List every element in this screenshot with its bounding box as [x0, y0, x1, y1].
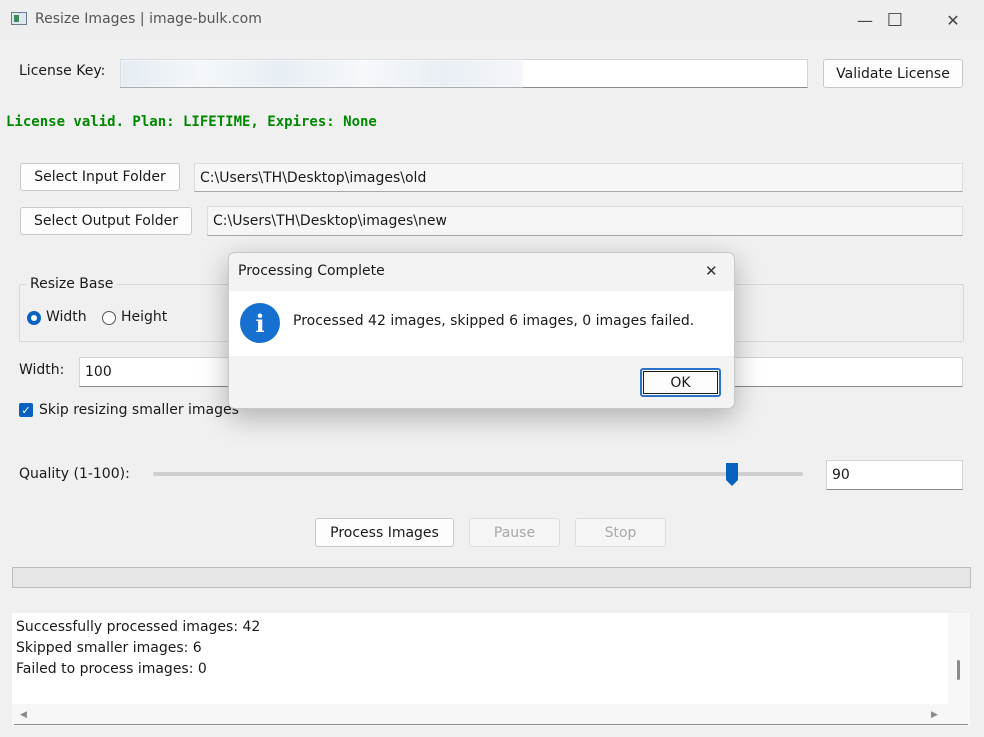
- scroll-left-arrow-icon[interactable]: ◀: [20, 710, 27, 720]
- license-status: License valid. Plan: LIFETIME, Expires: …: [6, 114, 377, 130]
- log-line: Successfully processed images: 42: [16, 619, 261, 635]
- width-label: Width:: [19, 362, 65, 378]
- input-folder-path[interactable]: C:\Users\TH\Desktop\images\old: [194, 163, 963, 192]
- ok-button[interactable]: OK: [640, 368, 721, 397]
- width-radio-label[interactable]: Width: [46, 309, 87, 325]
- window-title: Resize Images | image-bulk.com: [35, 11, 262, 27]
- pause-button[interactable]: Pause: [469, 518, 560, 547]
- width-value: 100: [85, 364, 112, 380]
- stop-button[interactable]: Stop: [575, 518, 666, 547]
- quality-input[interactable]: 90: [826, 460, 963, 490]
- info-icon: i: [240, 303, 280, 343]
- select-output-folder-button[interactable]: Select Output Folder: [20, 207, 192, 235]
- horizontal-scrollbar[interactable]: ◀ ▶: [12, 704, 970, 726]
- log-line: Failed to process images: 0: [16, 661, 207, 677]
- width-radio[interactable]: [27, 311, 41, 325]
- input-folder-text: C:\Users\TH\Desktop\images\old: [200, 169, 427, 186]
- resize-base-label: Resize Base: [26, 276, 118, 292]
- quality-label: Quality (1-100):: [19, 466, 130, 482]
- height-radio-label[interactable]: Height: [121, 309, 167, 325]
- license-key-input[interactable]: [120, 59, 808, 88]
- horizontal-scroll-line: [14, 724, 968, 725]
- processing-complete-dialog: Processing Complete ✕ i Processed 42 ima…: [228, 252, 735, 409]
- dialog-header: Processing Complete ✕: [229, 253, 734, 291]
- dialog-message: Processed 42 images, skipped 6 images, 0…: [293, 313, 695, 329]
- height-radio[interactable]: [102, 311, 116, 325]
- log-line: Skipped smaller images: 6: [16, 640, 202, 656]
- log-panel[interactable]: Successfully processed images: 42 Skippe…: [12, 613, 970, 726]
- dialog-body: i Processed 42 images, skipped 6 images,…: [229, 291, 734, 356]
- scroll-right-arrow-icon[interactable]: ▶: [931, 710, 938, 720]
- process-images-button[interactable]: Process Images: [315, 518, 454, 547]
- progress-bar: [12, 567, 971, 588]
- quality-value: 90: [832, 467, 850, 483]
- dialog-close-icon[interactable]: ✕: [705, 262, 718, 280]
- validate-license-button[interactable]: Validate License: [823, 59, 963, 88]
- app-icon: [11, 12, 27, 25]
- license-key-label: License Key:: [19, 63, 106, 79]
- vertical-scroll-thumb[interactable]: [957, 660, 960, 680]
- dialog-title: Processing Complete: [238, 263, 385, 279]
- select-input-folder-button[interactable]: Select Input Folder: [20, 163, 180, 191]
- skip-smaller-checkbox[interactable]: ✓: [19, 403, 33, 417]
- maximize-button[interactable]: ☐: [866, 0, 924, 40]
- close-button[interactable]: ✕: [924, 0, 982, 40]
- output-folder-text: C:\Users\TH\Desktop\images\new: [213, 213, 447, 229]
- skip-smaller-label[interactable]: Skip resizing smaller images: [39, 402, 239, 418]
- quality-slider-track[interactable]: [153, 472, 803, 476]
- vertical-scrollbar[interactable]: [948, 613, 970, 704]
- output-folder-path[interactable]: C:\Users\TH\Desktop\images\new: [207, 206, 963, 236]
- masked-license-key: [121, 60, 523, 87]
- quality-slider-handle[interactable]: [725, 462, 739, 487]
